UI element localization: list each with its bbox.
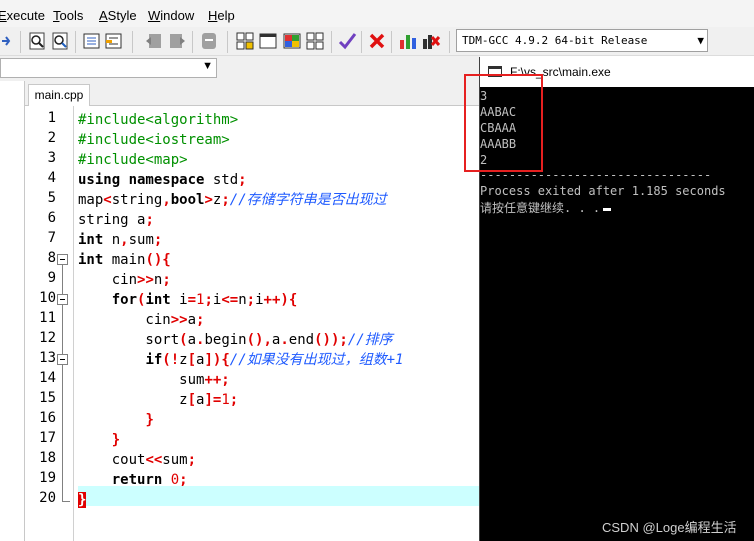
code-line: return 0; [111,472,188,488]
menu-help[interactable]: Help [208,8,235,23]
code-line: cout<<sum; [78,452,197,468]
code-line: cin>>a; [78,312,205,328]
debug-icon[interactable] [421,31,441,51]
console-cursor [603,208,612,211]
code-line: z[a]=1; [78,392,239,408]
line-number: 7 [47,230,56,246]
toolbar-separator [331,31,332,53]
code-line: } [145,412,154,428]
code-text: #include<algorithm> #include<iostream> #… [78,106,480,541]
line-number: 1 [47,110,56,126]
insert-icon[interactable] [82,31,102,51]
fold-toggle[interactable] [57,354,68,365]
code-line: cin>>n; [78,272,171,288]
line-number-gutter: 1 2 3 4 5 6 7 8 9 10 11 12 13 14 15 16 1… [26,106,74,541]
menu-execute[interactable]: Execute [0,8,45,23]
toolbar-separator [192,31,193,53]
indent-icon[interactable] [0,31,20,51]
back-icon[interactable] [144,31,164,51]
console-prompt-line: 请按任意键继续. . . [480,200,612,216]
menu-bar: Execute Tools AStyle Window Help [0,0,754,27]
project-pane [0,81,25,541]
line-number: 20 [39,490,56,506]
project-icon[interactable] [282,31,302,51]
class-toolbar: ▼ [0,56,480,81]
console-line: Process exited after 1.185 seconds [480,184,726,198]
fold-toggle[interactable] [57,294,68,305]
line-number: 5 [47,190,56,206]
toolbar-separator [132,31,133,53]
toolbar-separator [361,31,362,53]
toolbar: TDM-GCC 4.9.2 64-bit Release ▼ [0,27,754,56]
toolbar-separator [449,31,450,53]
code-editor[interactable]: 1 2 3 4 5 6 7 8 9 10 11 12 13 14 15 16 1… [26,106,480,541]
code-line: #include<algorithm> [78,112,239,128]
menu-window[interactable]: Window [148,8,194,23]
code-line: using namespace std; [78,172,247,188]
find-replace-icon[interactable] [51,31,71,51]
annotation-highlight-box [464,74,543,172]
line-number: 17 [39,430,56,446]
toolbar-separator [227,31,228,53]
editor-tab-strip: main.cpp [0,81,480,106]
toolbar-separator [391,31,392,53]
line-number: 11 [39,310,56,326]
code-line: if(!z[a]){//如果没有出现过，组数+1 [145,352,404,368]
line-number: 14 [39,370,56,386]
class-browser-icon[interactable] [235,31,255,51]
code-line: int n,sum; [78,232,163,248]
toolbar-separator [20,31,21,53]
close-icon[interactable] [367,31,387,51]
line-number: 6 [47,210,56,226]
chevron-down-icon: ▼ [697,34,704,47]
menu-astyle[interactable]: AStyle [99,8,137,23]
fold-end [62,501,70,502]
line-number: 15 [39,390,56,406]
compiler-select[interactable]: TDM-GCC 4.9.2 64-bit Release ▼ [456,29,708,52]
toolbar-separator [75,31,76,53]
chart-icon[interactable] [398,31,418,51]
class-combo[interactable]: ▼ [0,58,217,78]
line-number: 2 [47,130,56,146]
code-line: string a; [78,212,154,228]
compiler-select-value: TDM-GCC 4.9.2 64-bit Release [462,34,648,47]
code-line: sum++; [78,372,230,388]
check-icon[interactable] [337,31,357,51]
menu-tools[interactable]: Tools [53,8,83,23]
code-line: #include<iostream> [78,132,230,148]
code-line: for(int i=1;i<=n;i++){ [111,292,298,308]
line-number: 9 [47,270,56,286]
new-window-icon[interactable] [258,31,278,51]
forward-icon[interactable] [167,31,187,51]
code-line: } [111,432,121,448]
line-number: 18 [39,450,56,466]
toggle-bookmark-icon[interactable] [104,31,124,51]
line-number: 8 [47,250,56,266]
line-number: 16 [39,410,56,426]
comment-icon[interactable] [199,31,219,51]
line-number: 19 [39,470,56,486]
code-line: int main(){ [78,252,171,268]
grid-icon[interactable] [305,31,325,51]
line-number: 10 [39,290,56,306]
fold-toggle[interactable] [57,254,68,265]
code-line: } [78,492,87,508]
code-line: #include<map> [78,152,188,168]
chevron-down-icon: ▼ [202,60,213,72]
line-number: 3 [47,150,56,166]
line-number: 12 [39,330,56,346]
find-icon[interactable] [28,31,48,51]
line-number: 4 [47,170,56,186]
line-number: 13 [39,350,56,366]
tab-main-cpp[interactable]: main.cpp [28,84,90,106]
code-line: sort(a.begin(),a.end());//排序 [78,332,393,348]
watermark: CSDN @Loge编程生活 [602,520,737,535]
code-line: map<string,bool>z;//存储字符串是否出现过 [78,192,387,208]
